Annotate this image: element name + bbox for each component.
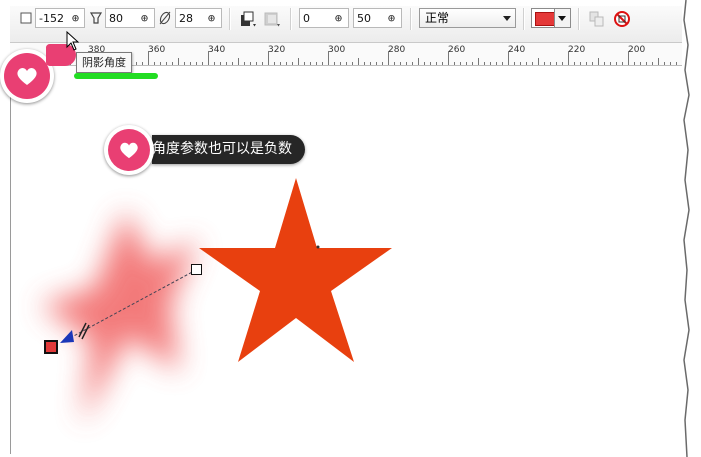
- shadow-arrow-head: [60, 330, 74, 343]
- heart-icon: [120, 142, 138, 159]
- torn-edge: [682, 0, 690, 457]
- tooltip: 阴影角度: [76, 52, 132, 73]
- highlight-underline: [74, 73, 158, 79]
- star-shape: [199, 178, 392, 362]
- shadow-start-handle[interactable]: [191, 264, 202, 275]
- callout-label: 角度参数也可以是负数: [152, 135, 305, 164]
- heart-icon: [17, 68, 37, 85]
- mouse-cursor-icon: [66, 31, 80, 51]
- anchor-dot: [316, 245, 320, 249]
- shadow-shape: [40, 210, 198, 425]
- shadow-end-handle[interactable]: [44, 340, 58, 354]
- heart-badge: [104, 125, 154, 175]
